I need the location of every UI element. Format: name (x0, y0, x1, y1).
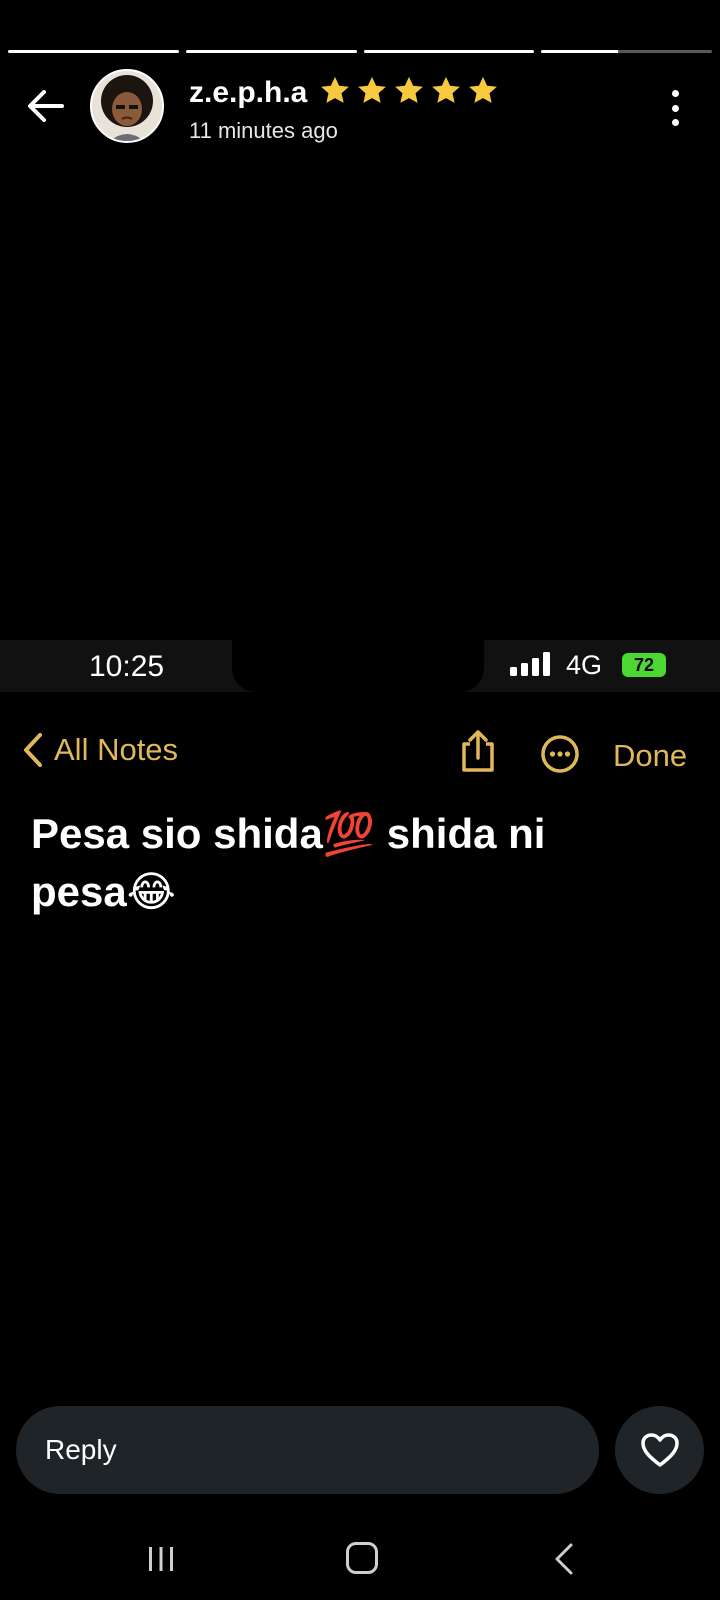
home-icon[interactable] (346, 1542, 378, 1574)
recents-icon[interactable] (146, 1544, 176, 1574)
star-icon (395, 76, 423, 103)
all-notes-label: All Notes (54, 732, 179, 767)
story-progress (8, 50, 712, 53)
reply-input[interactable]: Reply (16, 1406, 599, 1494)
reply-placeholder: Reply (45, 1434, 117, 1465)
story-viewer: z.e.p.h.a 11 minutes ago 10:25 4G 72 All… (0, 0, 720, 1600)
all-notes-back-button: All Notes (22, 732, 178, 768)
back-button[interactable] (24, 86, 68, 126)
back-icon[interactable] (552, 1542, 576, 1576)
notes-toolbar: All Notes Done (0, 730, 720, 776)
like-button[interactable] (615, 1406, 704, 1494)
dynamic-island (232, 640, 484, 692)
more-options-button[interactable] (668, 90, 682, 126)
note-content: Pesa sio shida💯 shida ni pesa😂 (31, 810, 546, 915)
signal-icon (510, 652, 550, 676)
done-button: Done (613, 738, 688, 773)
star-icon (432, 76, 460, 103)
share-icon (462, 730, 494, 772)
ios-clock: 10:25 (89, 650, 165, 683)
more-vertical-icon (671, 90, 679, 97)
story-timestamp: 11 minutes ago (189, 118, 338, 143)
star-icon (321, 76, 349, 103)
system-navigation-bar (0, 1530, 720, 1590)
arrow-left-icon (28, 90, 64, 122)
heart-icon (640, 1433, 679, 1467)
battery-indicator: 72 (622, 653, 666, 677)
username-emoji (318, 74, 500, 108)
star-icon (358, 76, 386, 103)
star-icon (469, 76, 497, 103)
progress-segment (185, 50, 357, 53)
story-header: z.e.p.h.a 11 minutes ago (0, 68, 720, 148)
progress-segment (541, 50, 712, 53)
ios-status-bar: 10:25 4G 72 (0, 640, 720, 692)
progress-segment (363, 50, 535, 53)
progress-segment (8, 50, 179, 53)
avatar[interactable] (90, 69, 164, 143)
chevron-left-icon (24, 733, 42, 767)
username[interactable]: z.e.p.h.a (189, 76, 307, 110)
more-circle-icon (541, 735, 579, 773)
network-type: 4G (566, 650, 603, 680)
